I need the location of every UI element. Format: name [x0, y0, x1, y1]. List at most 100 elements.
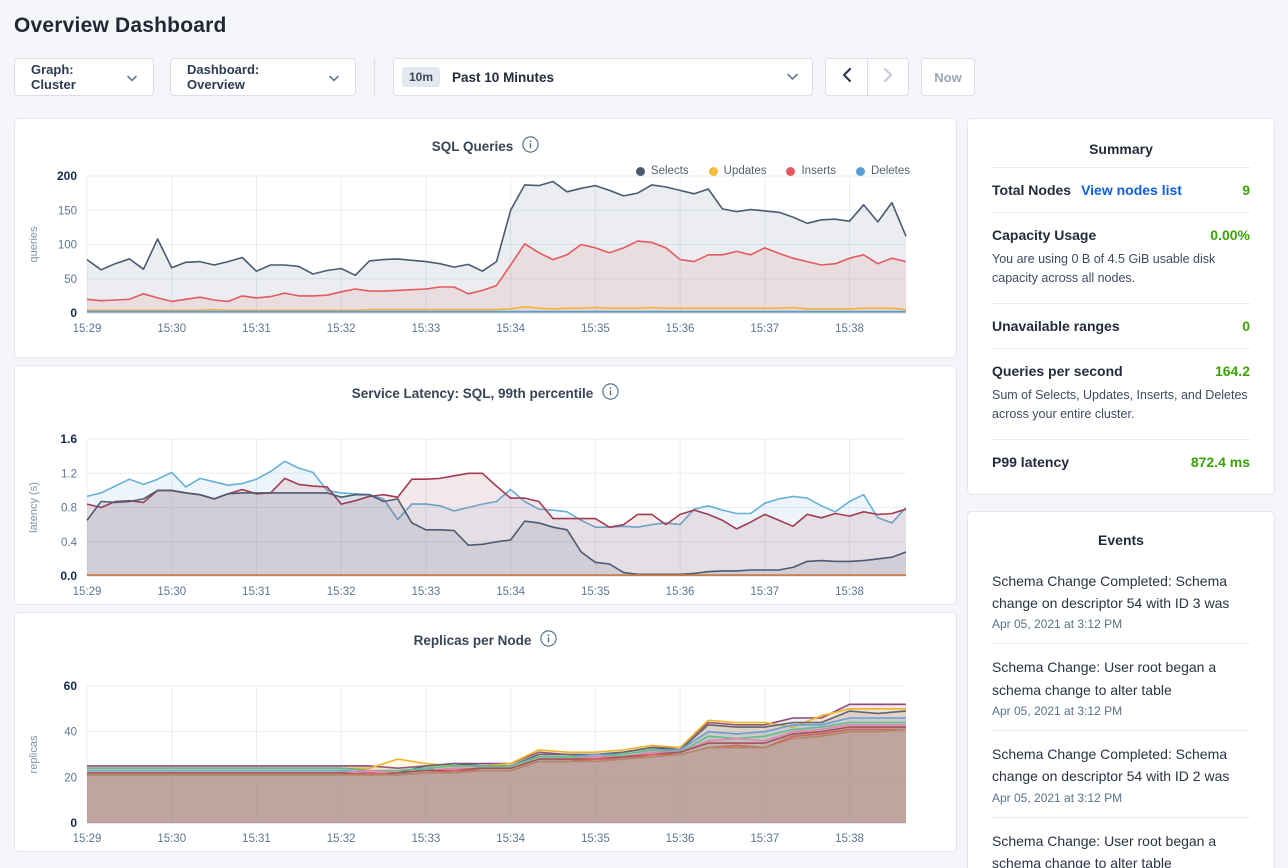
- svg-text:15:30: 15:30: [157, 323, 186, 335]
- total-nodes-label: Total Nodes: [992, 182, 1071, 198]
- series-dot-icon: [856, 167, 865, 176]
- event-timestamp: Apr 05, 2021 at 3:12 PM: [992, 791, 1250, 805]
- summary-card: Summary Total Nodes View nodes list 9 Ca…: [967, 118, 1275, 495]
- svg-text:latency (s): latency (s): [28, 482, 40, 533]
- legend-label: Selects: [651, 165, 689, 177]
- dashboard-select-dropdown[interactable]: Dashboard: Overview: [170, 58, 356, 96]
- main-content: SQL Queries Selects Updates: [14, 118, 1274, 868]
- chart-legend: Selects Updates Inserts Deletes: [636, 165, 910, 177]
- svg-text:15:31: 15:31: [242, 586, 271, 598]
- svg-text:15:34: 15:34: [496, 833, 525, 845]
- event-message[interactable]: Schema Change: User root began a schema …: [992, 656, 1250, 701]
- svg-text:0: 0: [70, 816, 77, 830]
- graph-scope-label: Graph: Cluster: [31, 62, 117, 92]
- svg-text:15:29: 15:29: [73, 833, 102, 845]
- svg-text:100: 100: [58, 240, 77, 252]
- time-range-picker[interactable]: 10m Past 10 Minutes: [393, 58, 813, 96]
- sql-queries-chart-card: SQL Queries Selects Updates: [14, 118, 957, 358]
- service-latency-chart-card: Service Latency: SQL, 99th percentile 15…: [14, 365, 957, 605]
- svg-text:15:32: 15:32: [327, 586, 356, 598]
- chevron-right-icon: [884, 68, 893, 87]
- page-title: Overview Dashboard: [14, 0, 1274, 38]
- info-circle-icon[interactable]: [602, 383, 619, 405]
- svg-text:15:30: 15:30: [157, 586, 186, 598]
- summary-row-p99-latency: P99 latency 872.4 ms: [992, 439, 1250, 484]
- svg-text:1.6: 1.6: [60, 432, 77, 446]
- summary-row-qps: Queries per second 164.2 Sum of Selects,…: [992, 348, 1250, 439]
- overview-dashboard-page: Overview Dashboard Graph: Cluster Dashbo…: [0, 0, 1288, 868]
- svg-text:0.8: 0.8: [61, 503, 77, 515]
- legend-item-selects[interactable]: Selects: [636, 165, 689, 177]
- event-list-item: Schema Change: User root began a schema …: [992, 818, 1250, 868]
- svg-text:15:33: 15:33: [412, 323, 441, 335]
- chart-title: Replicas per Node: [414, 633, 532, 648]
- svg-text:15:30: 15:30: [157, 833, 186, 845]
- capacity-usage-label: Capacity Usage: [992, 227, 1096, 243]
- graph-scope-dropdown[interactable]: Graph: Cluster: [14, 58, 154, 96]
- chart-title: SQL Queries: [432, 139, 514, 154]
- time-range-label: Past 10 Minutes: [452, 70, 787, 85]
- replicas-per-node-chart-card: Replicas per Node 15:2915:3015:3115:3215…: [14, 612, 957, 852]
- svg-text:60: 60: [64, 679, 78, 693]
- svg-text:15:37: 15:37: [750, 833, 779, 845]
- events-title: Events: [992, 528, 1250, 558]
- unavailable-ranges-label: Unavailable ranges: [992, 318, 1120, 334]
- service-latency-chart-plot[interactable]: 15:2915:3015:3115:3215:3315:3415:3515:36…: [23, 406, 948, 602]
- svg-text:150: 150: [58, 205, 77, 217]
- svg-text:20: 20: [64, 772, 77, 784]
- legend-label: Deletes: [871, 165, 910, 177]
- event-message[interactable]: Schema Change Completed: Schema change o…: [992, 570, 1250, 615]
- sql-queries-chart-plot[interactable]: 15:2915:3015:3115:3215:3315:3415:3515:36…: [23, 159, 948, 339]
- svg-text:40: 40: [64, 727, 77, 739]
- event-message[interactable]: Schema Change Completed: Schema change o…: [992, 743, 1250, 788]
- event-timestamp: Apr 05, 2021 at 3:12 PM: [992, 704, 1250, 718]
- series-dot-icon: [709, 167, 718, 176]
- chart-title-row: SQL Queries: [15, 119, 956, 159]
- svg-text:15:37: 15:37: [750, 323, 779, 335]
- next-time-button[interactable]: [867, 59, 908, 95]
- legend-label: Inserts: [801, 165, 836, 177]
- svg-text:15:33: 15:33: [412, 586, 441, 598]
- series-dot-icon: [636, 167, 645, 176]
- svg-text:15:31: 15:31: [242, 323, 271, 335]
- svg-text:queries: queries: [28, 226, 40, 263]
- svg-text:15:34: 15:34: [496, 586, 525, 598]
- info-circle-icon[interactable]: [522, 136, 539, 158]
- svg-text:15:29: 15:29: [73, 323, 102, 335]
- svg-text:15:36: 15:36: [666, 833, 695, 845]
- svg-text:15:35: 15:35: [581, 586, 610, 598]
- replicas-per-node-chart-plot[interactable]: 15:2915:3015:3115:3215:3315:3415:3515:36…: [23, 653, 948, 849]
- capacity-usage-value: 0.00%: [1210, 227, 1250, 243]
- p99-latency-value: 872.4 ms: [1191, 454, 1250, 470]
- events-card: Events Schema Change Completed: Schema c…: [967, 511, 1275, 868]
- qps-value: 164.2: [1215, 363, 1250, 379]
- prev-time-button[interactable]: [826, 59, 867, 95]
- legend-label: Updates: [724, 165, 767, 177]
- event-list-item: Schema Change Completed: Schema change o…: [992, 731, 1250, 818]
- svg-text:0.4: 0.4: [61, 537, 78, 549]
- svg-text:1.2: 1.2: [61, 468, 77, 480]
- capacity-usage-description: You are using 0 B of 4.5 GiB usable disk…: [992, 250, 1250, 289]
- legend-item-inserts[interactable]: Inserts: [786, 165, 836, 177]
- legend-item-updates[interactable]: Updates: [709, 165, 767, 177]
- svg-text:15:36: 15:36: [666, 586, 695, 598]
- view-nodes-list-link[interactable]: View nodes list: [1081, 182, 1182, 198]
- dashboard-controls: Graph: Cluster Dashboard: Overview 10m P…: [14, 58, 1274, 96]
- summary-row-unavailable-ranges: Unavailable ranges 0: [992, 303, 1250, 348]
- svg-text:15:38: 15:38: [835, 586, 864, 598]
- svg-text:0: 0: [70, 306, 77, 320]
- now-button[interactable]: Now: [921, 58, 975, 96]
- legend-item-deletes[interactable]: Deletes: [856, 165, 910, 177]
- dashboard-select-label: Dashboard: Overview: [187, 62, 319, 92]
- controls-divider: [374, 58, 375, 96]
- chevron-left-icon: [842, 68, 851, 87]
- event-message[interactable]: Schema Change: User root began a schema …: [992, 830, 1250, 868]
- svg-text:15:35: 15:35: [581, 833, 610, 845]
- time-range-badge: 10m: [402, 67, 440, 87]
- chart-title-row: Service Latency: SQL, 99th percentile: [15, 366, 956, 406]
- svg-text:replicas: replicas: [28, 735, 40, 773]
- info-circle-icon[interactable]: [540, 630, 557, 652]
- summary-row-capacity: Capacity Usage 0.00% You are using 0 B o…: [992, 212, 1250, 303]
- charts-column: SQL Queries Selects Updates: [14, 118, 957, 859]
- svg-text:15:37: 15:37: [750, 586, 779, 598]
